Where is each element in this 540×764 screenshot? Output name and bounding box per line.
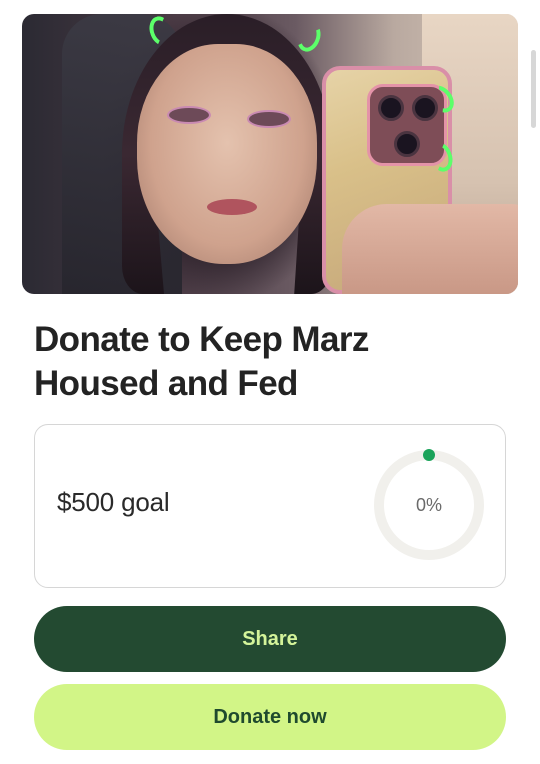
- photo-lips: [207, 199, 257, 215]
- goal-amount: $500 goal: [57, 487, 170, 517]
- goal-card: $500 goal 0%: [34, 424, 506, 588]
- photo-hand: [342, 204, 518, 294]
- photo-lens: [378, 95, 404, 121]
- campaign-photo[interactable]: [22, 14, 518, 294]
- photo-lens: [394, 131, 420, 157]
- photo-face: [137, 44, 317, 264]
- photo-right-eye: [247, 110, 291, 128]
- photo-neon-horn-right: [293, 19, 325, 55]
- fundraiser-page: Donate to Keep Marz Housed and Fed $500 …: [0, 0, 540, 764]
- progress-percent: 0%: [415, 494, 442, 515]
- donate-now-button[interactable]: Donate now: [34, 684, 506, 750]
- scrollbar-thumb[interactable]: [531, 50, 536, 128]
- photo-left-eye: [167, 106, 211, 124]
- share-button[interactable]: Share: [34, 606, 506, 672]
- campaign-title: Donate to Keep Marz Housed and Fed: [34, 320, 369, 403]
